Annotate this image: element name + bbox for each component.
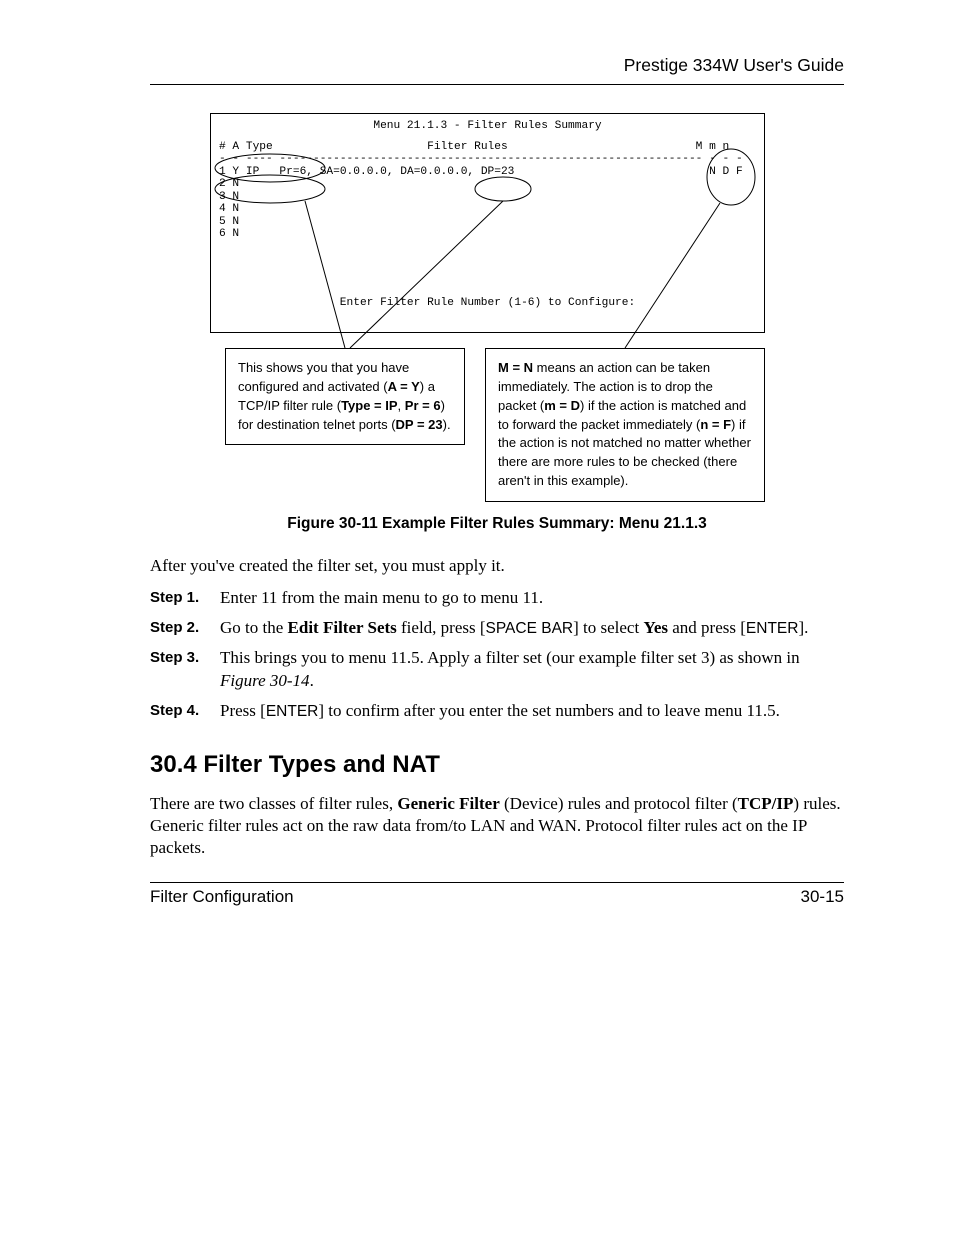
t-key: ENTER [746,620,799,637]
terminal-prompt: Enter Filter Rule Number (1-6) to Config… [219,297,756,310]
step-label: Step 1. [150,587,220,610]
footer-left: Filter Configuration [150,887,294,907]
t: ] to select [573,618,643,637]
terminal-col-divider: - - ---- -------------------------------… [219,153,756,166]
header-rule [150,84,844,85]
intro-paragraph: After you've created the filter set, you… [150,555,844,577]
step-3: Step 3. This brings you to menu 11.5. Ap… [150,647,844,693]
t: ]. [798,618,808,637]
step-1: Step 1. Enter 11 from the main menu to g… [150,587,844,610]
step-label: Step 2. [150,617,220,640]
t-bold: Generic Filter [397,794,499,813]
t-bold: Edit Filter Sets [288,618,397,637]
terminal-row: 6 N [219,228,756,241]
callout-text: , [398,398,405,413]
footer-right: 30-15 [801,887,844,907]
callout-bold: Type = IP [341,398,397,413]
step-text: Enter 11 from the main menu to go to men… [220,587,844,610]
terminal-row: 2 N [219,178,756,191]
step-label: Step 3. [150,647,220,693]
t-bold: TCP/IP [738,794,794,813]
callout-bold: Pr = 6 [405,398,441,413]
callout-text: ). [443,417,451,432]
terminal-row: 4 N [219,203,756,216]
t-key: ENTER [266,703,319,720]
footer-rule [150,882,844,883]
t: This brings you to menu 11.5. Apply a fi… [220,648,800,667]
callout-right: M = N means an action can be taken immed… [485,348,765,502]
step-2: Step 2. Go to the Edit Filter Sets field… [150,617,844,640]
step-label: Step 4. [150,700,220,723]
step-list: Step 1. Enter 11 from the main menu to g… [150,587,844,723]
terminal-row: 5 N [219,216,756,229]
callout-bold: A = Y [388,379,420,394]
step-text: Go to the Edit Filter Sets field, press … [220,617,844,640]
terminal-title: Menu 21.1.3 - Filter Rules Summary [219,120,756,133]
t: There are two classes of filter rules, [150,794,397,813]
section-paragraph: There are two classes of filter rules, G… [150,793,844,859]
callout-text: This shows you that you have configured … [238,360,409,394]
t: field, press [ [397,618,486,637]
t-bold: Yes [643,618,668,637]
t: ] to confirm after you enter the set num… [318,701,780,720]
figure-30-11: Menu 21.1.3 - Filter Rules Summary # A T… [210,113,790,493]
callout-bold: M = N [498,360,533,375]
t: . [310,671,314,690]
step-text: This brings you to menu 11.5. Apply a fi… [220,647,844,693]
callout-left: This shows you that you have configured … [225,348,465,445]
page-footer: Filter Configuration 30-15 [150,870,844,907]
t: (Device) rules and protocol filter ( [500,794,738,813]
terminal-box: Menu 21.1.3 - Filter Rules Summary # A T… [210,113,765,333]
t-italic: Figure 30-14 [220,671,310,690]
page-header-title: Prestige 334W User's Guide [150,55,844,82]
t-key: SPACE BAR [486,620,574,637]
terminal-row: 3 N [219,191,756,204]
callout-bold: n = F [700,417,731,432]
step-text: Press [ENTER] to confirm after you enter… [220,700,844,723]
t: and press [ [668,618,746,637]
step-4: Step 4. Press [ENTER] to confirm after y… [150,700,844,723]
terminal-col-header: # A Type Filter Rules M m n [219,141,756,154]
t: Press [ [220,701,266,720]
figure-caption: Figure 30-11 Example Filter Rules Summar… [150,515,844,533]
callout-bold: DP = 23 [396,417,443,432]
terminal-row: 1 Y IP Pr=6, SA=0.0.0.0, DA=0.0.0.0, DP=… [219,166,756,179]
callout-bold: m = D [544,398,580,413]
t: Go to the [220,618,288,637]
section-heading-30-4: 30.4 Filter Types and NAT [150,751,844,779]
